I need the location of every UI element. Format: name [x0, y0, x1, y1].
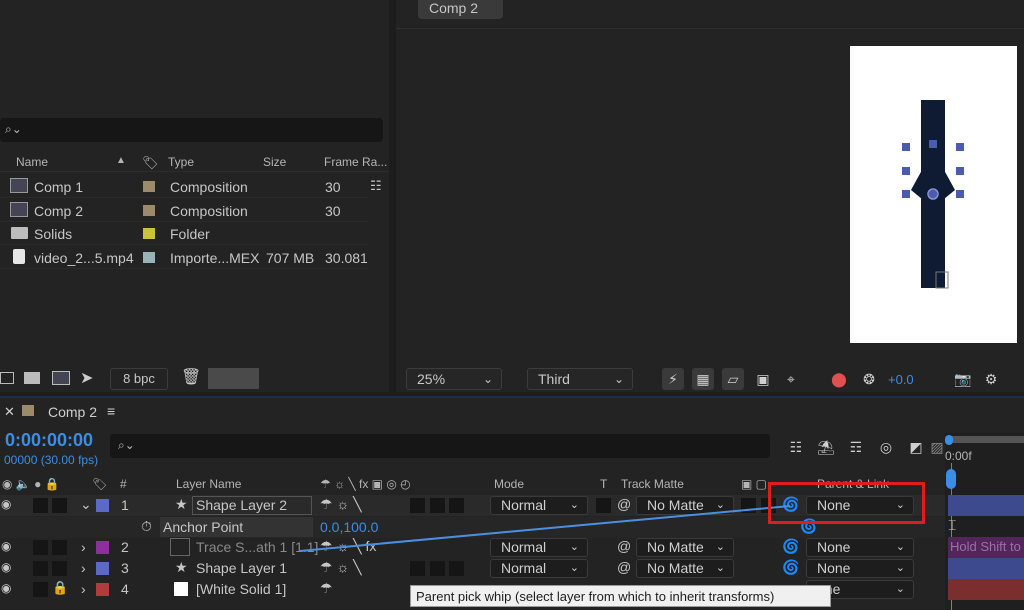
tooltip: Parent pick whip (select layer from whic… — [410, 585, 831, 607]
highlight-box — [768, 482, 925, 524]
pick-whip-line — [299, 505, 791, 552]
